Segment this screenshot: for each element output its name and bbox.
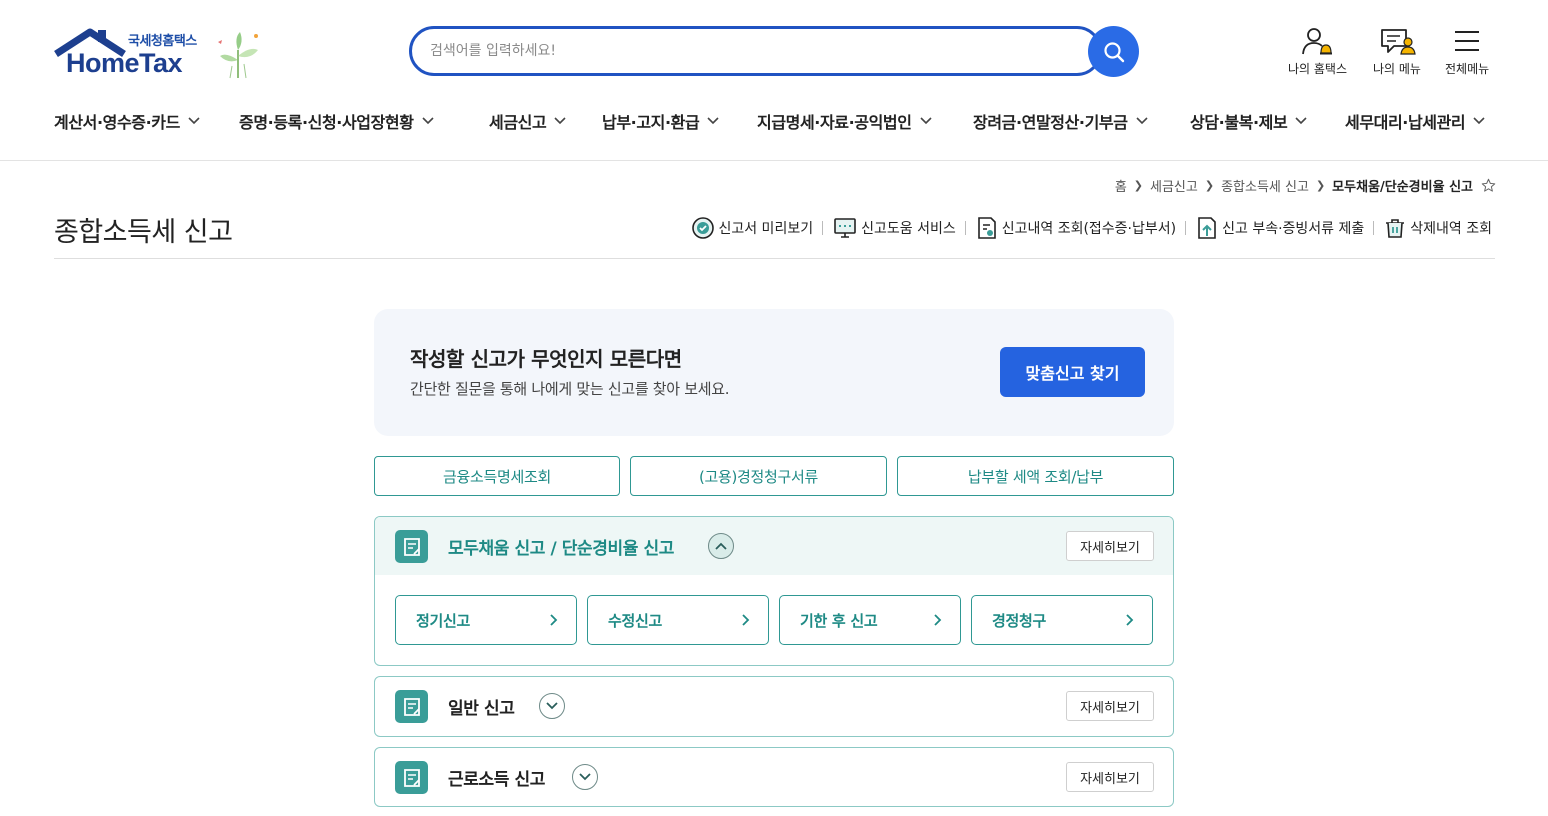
search-box <box>409 26 1102 76</box>
accordion-title: 일반 신고 <box>448 699 515 719</box>
title-divider <box>54 258 1495 259</box>
detail-button[interactable]: 자세히보기 <box>1066 691 1154 721</box>
my-hometax-button[interactable]: 나의 홈택스 <box>1288 26 1347 77</box>
page-title: 종합소득세 신고 <box>54 217 233 248</box>
chevron-down-icon <box>1473 117 1485 125</box>
chevron-right-icon <box>1126 614 1134 626</box>
accordion-general-report: 일반 신고 자세히보기 <box>374 676 1174 737</box>
breadcrumb-home[interactable]: 홈 <box>1115 176 1127 195</box>
chevron-down-icon <box>188 117 200 125</box>
report-document-icon <box>395 530 428 563</box>
report-history-link[interactable]: 신고내역 조회(접수증·납부서) <box>975 216 1176 240</box>
accordion-title: 근로소득 신고 <box>448 770 545 790</box>
banner-title: 작성할 신고가 무엇인지 모른다면 <box>410 347 682 371</box>
chevron-right-icon <box>742 614 750 626</box>
report-document-icon <box>395 690 428 723</box>
nav-item-agent[interactable]: 세무대리·납세관리 <box>1345 108 1505 134</box>
breadcrumb: 홈 ❯ 세금신고 ❯ 종합소득세 신고 ❯ 모두채움/단순경비율 신고 <box>1115 176 1496 195</box>
chevron-down-icon <box>421 117 434 125</box>
submit-documents-link[interactable]: 신고 부속·증빙서류 제출 <box>1195 216 1364 240</box>
accordion-earned-income-report: 근로소득 신고 자세히보기 <box>374 747 1174 807</box>
accordion-simple-report: 모두채움 신고 / 단순경비율 신고 자세히보기 정기신고 수정신고 기한 후 … <box>374 516 1174 666</box>
search-input[interactable] <box>430 29 1070 73</box>
chevron-down-icon <box>1135 117 1148 125</box>
banner-subtitle: 간단한 질문을 통해 나에게 맞는 신고를 찾아 보세요. <box>410 380 730 398</box>
custom-report-banner: 작성할 신고가 무엇인지 모른다면 간단한 질문을 통해 나에게 맞는 신고를 … <box>374 309 1174 436</box>
logo-name: HomeTax <box>66 48 183 78</box>
accordion-header[interactable]: 모두채움 신고 / 단순경비율 신고 자세히보기 <box>375 517 1173 575</box>
preview-report-link[interactable]: 신고서 미리보기 <box>691 216 813 240</box>
late-report-button[interactable]: 기한 후 신고 <box>779 595 961 645</box>
page-tools: 신고서 미리보기 신고도움 서비스 신고내역 조회(접수증·납부서) 신고 부속… <box>691 216 1492 240</box>
help-service-link[interactable]: 신고도움 서비스 <box>832 216 956 240</box>
my-menu-button[interactable]: 나의 메뉴 <box>1373 26 1421 77</box>
hamburger-menu-icon <box>1455 31 1480 51</box>
my-menu-label: 나의 메뉴 <box>1373 62 1421 76</box>
correction-claim-button[interactable]: 경정청구 <box>971 595 1153 645</box>
document-search-icon <box>977 217 996 239</box>
user-bell-icon <box>1301 28 1332 55</box>
monitor-help-icon <box>834 218 856 238</box>
plant-decoration-icon <box>218 32 258 79</box>
all-menu-button[interactable]: 전체메뉴 <box>1445 26 1489 77</box>
nav-item-invoice[interactable]: 계산서·영수증·카드 <box>54 108 239 134</box>
chevron-down-icon <box>579 773 591 781</box>
breadcrumb-current: 모두채움/단순경비율 신고 <box>1332 180 1473 195</box>
nav-item-payment[interactable]: 납부·고지·환급 <box>602 108 757 134</box>
nav-divider <box>0 160 1548 161</box>
chevron-right-icon: ❯ <box>1133 179 1144 192</box>
regular-report-button[interactable]: 정기신고 <box>395 595 577 645</box>
chevron-right-icon: ❯ <box>1315 179 1326 192</box>
check-circle-icon <box>692 217 715 239</box>
chevron-down-icon <box>919 117 932 125</box>
deleted-history-link[interactable]: 삭제내역 조회 <box>1383 216 1492 240</box>
chevron-right-icon <box>550 614 558 626</box>
tax-payment-button[interactable]: 납부할 세액 조회/납부 <box>897 456 1174 496</box>
main-nav: 계산서·영수증·카드 증명·등록·신청·사업장현황 세금신고 납부·고지·환급 … <box>54 108 1505 134</box>
nav-item-statement[interactable]: 지급명세·자료·공익법인 <box>757 108 973 134</box>
accordion-title: 모두채움 신고 / 단순경비율 신고 <box>448 539 675 559</box>
nav-item-certificate[interactable]: 증명·등록·신청·사업장현황 <box>239 108 489 134</box>
amended-report-button[interactable]: 수정신고 <box>587 595 769 645</box>
accordion-header[interactable]: 일반 신고 자세히보기 <box>375 677 1173 735</box>
star-icon[interactable] <box>1481 178 1496 193</box>
trash-icon <box>1386 219 1405 238</box>
document-user-icon <box>1381 29 1416 55</box>
chevron-down-icon <box>546 702 558 710</box>
tool-divider <box>1373 221 1375 235</box>
collapse-toggle[interactable] <box>708 533 734 559</box>
chevron-down-icon <box>554 117 566 125</box>
tool-divider <box>964 221 966 235</box>
detail-button[interactable]: 자세히보기 <box>1066 762 1154 792</box>
my-hometax-label: 나의 홈택스 <box>1288 62 1348 76</box>
logo-subtitle: 국세청홈택스 <box>128 34 197 49</box>
breadcrumb-tax-report[interactable]: 세금신고 <box>1150 176 1198 195</box>
hometax-logo[interactable]: 국세청홈택스 HomeTax <box>54 28 269 80</box>
financial-income-button[interactable]: 금융소득명세조회 <box>374 456 620 496</box>
accordion-header[interactable]: 근로소득 신고 자세히보기 <box>375 748 1173 806</box>
search-icon <box>1103 41 1124 62</box>
find-custom-report-button[interactable]: 맞춤신고 찾기 <box>1000 347 1145 397</box>
breadcrumb-income-tax[interactable]: 종합소득세 신고 <box>1221 176 1309 195</box>
tool-divider <box>822 221 824 235</box>
chevron-right-icon <box>934 614 942 626</box>
report-document-icon <box>395 761 428 794</box>
nav-item-tax-report[interactable]: 세금신고 <box>489 108 602 134</box>
tool-divider <box>1185 221 1187 235</box>
document-upload-icon <box>1198 217 1216 239</box>
correction-claim-docs-button[interactable]: (고용)경정청구서류 <box>630 456 887 496</box>
chevron-up-icon <box>715 542 727 550</box>
expand-toggle[interactable] <box>539 693 565 719</box>
chevron-down-icon <box>707 117 719 125</box>
nav-item-consult[interactable]: 상담·불복·제보 <box>1190 108 1345 134</box>
search-button[interactable] <box>1088 26 1139 77</box>
expand-toggle[interactable] <box>572 764 598 790</box>
chevron-down-icon <box>1295 117 1307 125</box>
chevron-right-icon: ❯ <box>1204 179 1215 192</box>
detail-button[interactable]: 자세히보기 <box>1066 531 1154 561</box>
all-menu-label: 전체메뉴 <box>1445 62 1490 76</box>
nav-item-incentive[interactable]: 장려금·연말정산·기부금 <box>973 108 1190 134</box>
